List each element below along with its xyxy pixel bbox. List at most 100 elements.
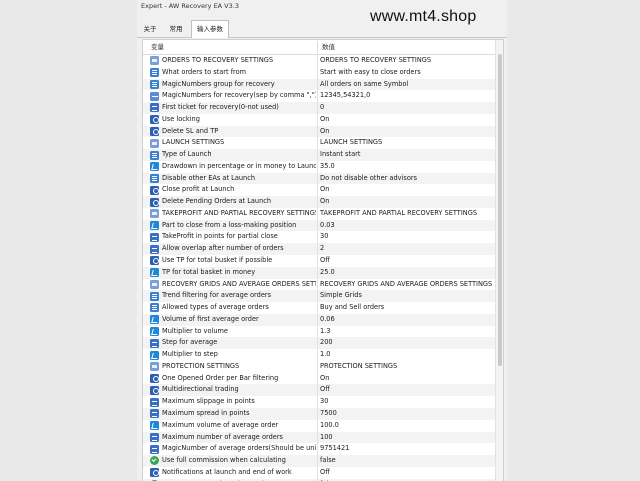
variable-value[interactable]: 12345,54321,0	[320, 90, 494, 102]
param-type-bool-icon	[150, 385, 159, 395]
variable-value[interactable]: TAKEPROFIT AND PARTIAL RECOVERY SETTINGS	[320, 208, 494, 220]
variable-name: ORDERS TO RECOVERY SETTINGS	[162, 56, 274, 64]
variable-value[interactable]: Off	[320, 384, 494, 396]
param-type-sep-icon	[150, 56, 159, 66]
variable-value[interactable]: Do not disable other advisors	[320, 173, 494, 185]
variable-value[interactable]: 0.06	[320, 314, 494, 326]
table-row[interactable]: MagicNumbers group for recovery All order…	[143, 78, 495, 91]
variable-value[interactable]: Off	[320, 255, 494, 267]
tab-about[interactable]: 关于	[139, 22, 161, 36]
table-row[interactable]: Multiplier to volume 1.3	[143, 325, 495, 338]
table-row[interactable]: Delete SL and TP On	[143, 125, 495, 138]
param-type-bool-icon	[150, 256, 159, 266]
variable-name: What orders to start from	[162, 67, 247, 76]
table-row[interactable]: Allowed types of average orders Buy and S…	[143, 302, 495, 314]
variable-value[interactable]: Buy and Sell orders	[320, 302, 494, 314]
variable-value[interactable]: 35.0	[320, 161, 494, 173]
table-row[interactable]: Maximum slippage in points 30	[143, 396, 495, 408]
variable-value[interactable]: 30	[320, 231, 494, 243]
table-row[interactable]: Step for average 200	[143, 337, 495, 350]
table-row[interactable]: Trend filtering for average orders Simple…	[143, 290, 495, 303]
table-row[interactable]: Disable other EAs at Launch Do not disabl…	[143, 172, 495, 185]
column-header-value[interactable]: 数值	[322, 40, 335, 54]
param-type-bool-icon	[150, 374, 159, 384]
variable-value[interactable]: 1.3	[320, 326, 494, 338]
vertical-scrollbar[interactable]	[495, 40, 503, 481]
variable-value[interactable]: PROTECTION SETTINGS	[320, 361, 494, 373]
variable-value[interactable]: Start with easy to close orders	[320, 67, 494, 79]
table-row[interactable]: Maximum volume of average order 100.0	[143, 419, 495, 432]
watermark-text: www.mt4.shop	[370, 8, 477, 25]
variable-value[interactable]: 0	[320, 102, 494, 114]
variable-value[interactable]: false	[320, 455, 494, 467]
param-type-sep-icon	[150, 362, 159, 372]
variable-value[interactable]: 9751421	[320, 443, 494, 455]
variable-value[interactable]: Instant start	[320, 149, 494, 161]
section-row[interactable]: LAUNCH SETTINGS LAUNCH SETTINGS	[143, 137, 495, 150]
tab-common[interactable]: 常用	[165, 22, 187, 36]
table-row[interactable]: Close profit at Launch On	[143, 184, 495, 197]
param-type-enum-icon	[150, 291, 159, 301]
table-row[interactable]: MagicNumber of average orders(Should be …	[143, 443, 495, 456]
table-row[interactable]: Delete Pending Orders at Launch On	[143, 196, 495, 208]
param-type-sep-icon	[150, 279, 159, 289]
variable-name: Volume of first average order	[162, 314, 259, 323]
table-row[interactable]: Multidirectional trading Off	[143, 384, 495, 397]
table-row[interactable]: Volume of first average order 0.06	[143, 313, 495, 326]
scrollbar-thumb[interactable]	[497, 54, 502, 366]
variable-value[interactable]: 2	[320, 243, 494, 255]
variable-value[interactable]: RECOVERY GRIDS AND AVERAGE ORDERS SETTIN…	[320, 279, 494, 291]
table-row[interactable]: Part to close from a loss-making positio…	[143, 219, 495, 232]
table-row[interactable]: Drawdown in percentage or in money to La…	[143, 160, 495, 173]
variable-value[interactable]: On	[320, 196, 494, 208]
table-row[interactable]: MagicNumbers for recovery(sep by comma "…	[143, 90, 495, 103]
variable-value[interactable]: On	[320, 184, 494, 196]
param-type-dbl-icon	[150, 268, 159, 278]
variable-value[interactable]: On	[320, 114, 494, 126]
param-type-dbl-icon	[150, 421, 159, 431]
table-row[interactable]: Use TP for total busket if possible Off	[143, 255, 495, 267]
param-type-bool-icon	[150, 126, 159, 136]
table-row[interactable]: Maximum number of average orders 100	[143, 431, 495, 444]
variable-value[interactable]: 30	[320, 396, 494, 408]
param-type-bool-icon	[150, 468, 159, 478]
variable-value[interactable]: 200	[320, 337, 494, 349]
column-header-variable[interactable]: 变量	[151, 40, 164, 54]
variable-value[interactable]: All orders on same Symbol	[320, 79, 494, 91]
table-row[interactable]: What orders to start from Start with easy…	[143, 66, 495, 79]
variable-name: Delete SL and TP	[162, 126, 219, 135]
param-type-str-icon	[150, 91, 159, 101]
table-row[interactable]: Type of Launch Instant start	[143, 149, 495, 161]
section-row[interactable]: ORDERS TO RECOVERY SETTINGS ORDERS TO REC…	[143, 55, 495, 67]
table-row[interactable]: Use full commission when calculating fals…	[143, 455, 495, 467]
variable-value[interactable]: 100.0	[320, 420, 494, 432]
param-type-int-icon	[150, 444, 159, 454]
tab-inputs[interactable]: 输入参数	[191, 20, 229, 38]
table-row[interactable]: Allow overlap after number of orders 2	[143, 243, 495, 256]
variable-value[interactable]: On	[320, 373, 494, 385]
table-row[interactable]: Notifications at launch and end of work O…	[143, 466, 495, 479]
variable-value[interactable]: 25.0	[320, 267, 494, 279]
variable-value[interactable]: ORDERS TO RECOVERY SETTINGS	[320, 55, 494, 67]
variable-value[interactable]: 100	[320, 432, 494, 444]
variable-value[interactable]: 0.03	[320, 220, 494, 232]
table-row[interactable]: TakeProfit in points for partial close 30	[143, 231, 495, 244]
table-row[interactable]: One Opened Order per Bar filtering On	[143, 372, 495, 385]
table-row[interactable]: Use locking On	[143, 113, 495, 126]
variable-value[interactable]: On	[320, 126, 494, 138]
param-type-int-icon	[150, 338, 159, 348]
variable-value[interactable]: 7500	[320, 408, 494, 420]
variable-value[interactable]: Simple Grids	[320, 290, 494, 302]
variable-value[interactable]: LAUNCH SETTINGS	[320, 137, 494, 149]
table-row[interactable]: Multiplier to step 1.0	[143, 349, 495, 361]
section-row[interactable]: TAKEPROFIT AND PARTIAL RECOVERY SETTINGS…	[143, 207, 495, 220]
section-row[interactable]: PROTECTION SETTINGS PROTECTION SETTINGS	[143, 360, 495, 373]
variable-value[interactable]: Off	[320, 467, 494, 479]
table-row[interactable]: First ticket for recovery(0-not used) 0	[143, 102, 495, 114]
section-row[interactable]: RECOVERY GRIDS AND AVERAGE ORDERS SETTI.…	[143, 278, 495, 291]
table-row[interactable]: Maximum spread in points 7500	[143, 407, 495, 420]
variable-value[interactable]: 1.0	[320, 349, 494, 361]
variable-name: Notifications at launch and end of work	[162, 467, 292, 476]
param-type-dbl-icon	[150, 315, 159, 325]
table-row[interactable]: TP for total basket in money 25.0	[143, 266, 495, 279]
